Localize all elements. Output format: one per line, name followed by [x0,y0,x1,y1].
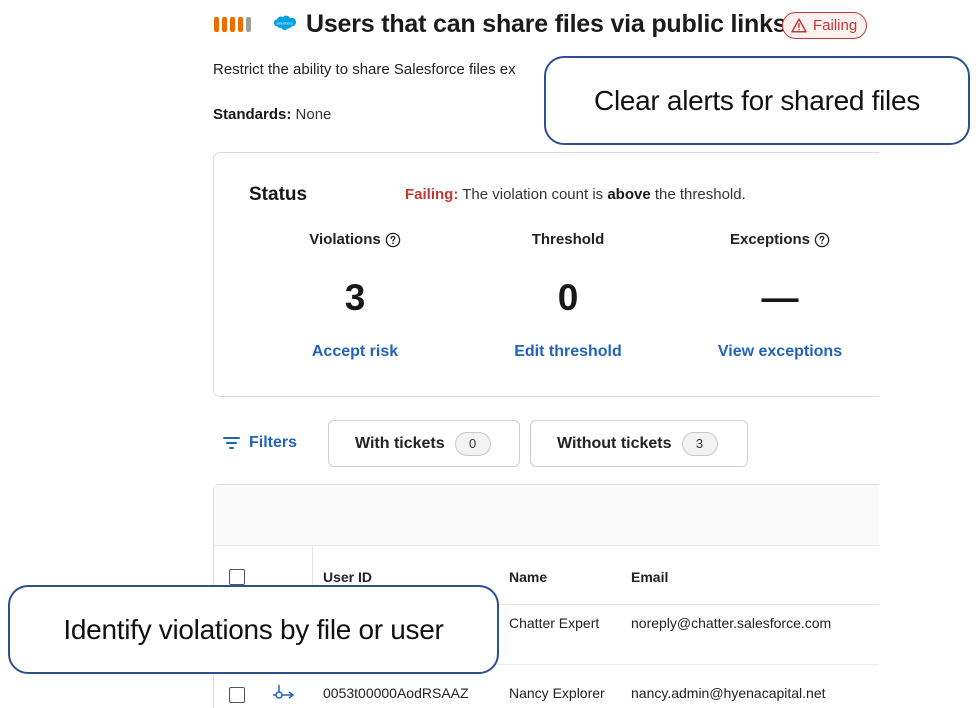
callout-clear-alerts: Clear alerts for shared files [544,56,970,145]
metric-threshold: Threshold 0 Edit threshold [468,231,668,361]
select-all-checkbox[interactable] [229,569,245,585]
salesforce-cloud-icon: salesforce [273,15,297,31]
status-badge-label: Failing [813,17,858,34]
metric-threshold-header: Threshold [532,231,605,248]
status-message-text: The violation count is [462,186,604,203]
issue-description: Restrict the ability to share Salesforce… [213,61,516,78]
edit-threshold-link[interactable]: Edit threshold [468,343,668,361]
metric-exceptions-label: Exceptions [729,231,811,248]
page-title: Users that can share files via public li… [306,10,787,38]
without-tickets-chip[interactable]: Without tickets 3 [530,420,748,467]
link-chain-icon[interactable] [273,685,295,701]
metric-exceptions-value: — [761,277,799,318]
status-badge: Failing [782,12,868,39]
status-title: Status [249,184,308,205]
metric-violations-label: Violations [309,231,381,248]
standards-line: Standards: None [213,106,331,123]
help-circle-icon[interactable] [814,232,830,248]
status-message-bold: above [607,186,651,203]
filters-button[interactable]: Filters [223,434,297,452]
column-header-name[interactable]: Name [509,569,547,585]
metric-violations-value: 3 [344,277,366,318]
filter-lines-icon [223,437,240,449]
row-email: nancy.admin@hyenacapital.net [631,685,826,701]
status-failing-label: Failing: [405,186,459,203]
status-card: Status Failing: The violation count is a… [213,152,879,397]
table-toolbar [214,485,879,546]
warning-triangle-icon [791,18,807,33]
status-message: Failing: The violation count is above th… [405,186,746,203]
callout-identify-violations: Identify violations by file or user [8,585,499,674]
without-tickets-count: 3 [681,431,718,456]
row-email: noreply@chatter.salesforce.com [631,615,832,631]
standards-label: Standards: [213,106,292,123]
accept-risk-link[interactable]: Accept risk [255,343,455,361]
help-circle-icon[interactable] [385,232,401,248]
metric-violations: Violations 3 Accept risk [255,231,455,361]
standards-value: None [295,106,332,123]
metric-exceptions-header: Exceptions [730,231,830,248]
row-user-id: 0053t00000AodRSAAZ [323,685,469,701]
with-tickets-count: 0 [454,431,491,456]
metric-violations-header: Violations [309,231,400,248]
row-name: Nancy Explorer [509,685,605,701]
row-name: Chatter Expert [509,615,600,631]
with-tickets-label: With tickets [355,434,445,452]
column-header-user-id[interactable]: User ID [323,569,372,585]
without-tickets-label: Without tickets [557,434,672,452]
metric-threshold-label: Threshold [531,231,605,248]
metric-threshold-value: 0 [557,277,579,318]
severity-bars-icon [214,17,251,32]
view-exceptions-link[interactable]: View exceptions [680,343,879,361]
column-header-email[interactable]: Email [631,569,668,585]
row-checkbox[interactable] [229,687,245,703]
svg-text:salesforce: salesforce [276,22,292,26]
metric-exceptions: Exceptions — View exceptions [680,231,879,361]
filters-label: Filters [249,434,298,451]
status-message-suffix: the threshold. [654,186,746,203]
with-tickets-chip[interactable]: With tickets 0 [328,420,520,467]
